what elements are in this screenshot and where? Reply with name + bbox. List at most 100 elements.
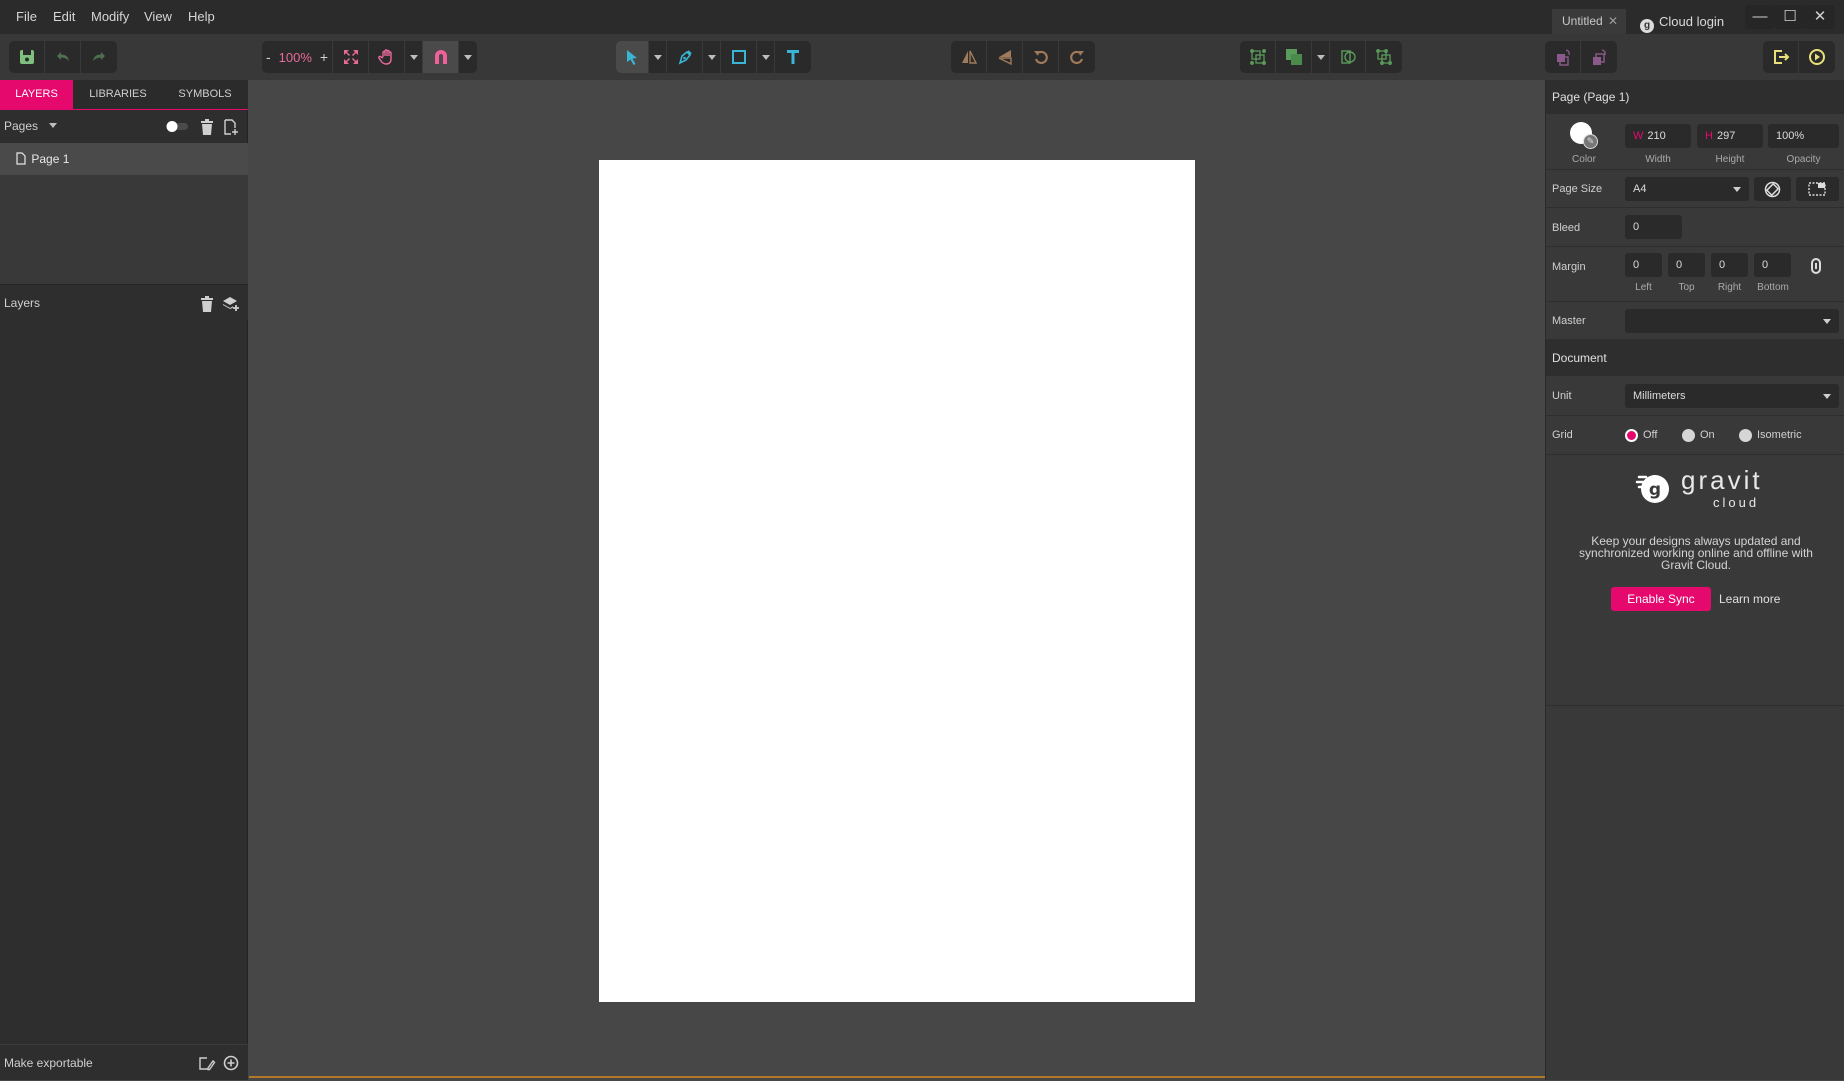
margin-left-input[interactable]: 0 [1625, 253, 1662, 277]
margin-left-label: Left [1635, 282, 1652, 293]
send-backward-button[interactable] [1581, 41, 1617, 73]
margin-row: Margin 0 Left 0 Top 0 Right 0 Bottom [1546, 247, 1844, 302]
orientation-button[interactable] [1754, 177, 1791, 201]
margin-top-input[interactable]: 0 [1668, 253, 1705, 277]
zoom-in-button[interactable]: + [316, 41, 334, 73]
menu-help[interactable]: Help [188, 0, 215, 34]
rectangle-tool-button[interactable] [721, 41, 757, 73]
page-artboard[interactable] [599, 160, 1195, 1002]
shape-tool-dropdown[interactable] [757, 41, 775, 73]
cloud-login-button[interactable]: g Cloud login [1640, 9, 1724, 34]
flip-horizontal-button[interactable] [951, 41, 987, 73]
enable-sync-button[interactable]: Enable Sync [1611, 587, 1711, 611]
export-button[interactable] [1763, 41, 1799, 73]
text-icon [787, 50, 799, 64]
trash-icon [201, 296, 213, 312]
close-window-button[interactable]: ✕ [1805, 5, 1835, 29]
menu-edit[interactable]: Edit [53, 0, 75, 34]
delete-layer-button[interactable] [198, 295, 216, 313]
menu-view[interactable]: View [144, 0, 172, 34]
master-select[interactable] [1625, 309, 1839, 333]
pages-label: Pages [4, 119, 39, 133]
grid-off-label[interactable]: Off [1643, 429, 1657, 441]
margin-bottom-input[interactable]: 0 [1754, 253, 1791, 277]
grid-isometric-radio[interactable] [1739, 429, 1752, 442]
height-input[interactable]: H 297 [1697, 124, 1763, 148]
single-page-toggle[interactable] [166, 120, 190, 133]
arrange-tools-group [1545, 41, 1617, 73]
bleed-input[interactable]: 0 [1625, 215, 1682, 239]
pen-tool-button[interactable] [667, 41, 703, 73]
export-icon [1773, 50, 1789, 64]
delete-page-button[interactable] [198, 118, 216, 136]
fit-page-button[interactable] [1796, 177, 1839, 201]
add-page-button[interactable] [222, 118, 240, 136]
pages-header: Pages [0, 110, 248, 143]
grid-off-radio[interactable] [1625, 429, 1638, 442]
rotate-left-button[interactable] [1023, 41, 1059, 73]
bring-forward-button[interactable] [1545, 41, 1581, 73]
page-size-select[interactable]: A4 [1625, 177, 1749, 201]
gravit-logo-subtext: cloud [1713, 495, 1760, 510]
tab-layers[interactable]: LAYERS [0, 80, 73, 109]
add-layer-button[interactable] [222, 295, 240, 313]
panel-tabs: LAYERS LIBRARIES SYMBOLS [0, 80, 248, 110]
pointer-tool-dropdown[interactable] [649, 41, 667, 73]
present-button[interactable] [1799, 41, 1835, 73]
group-button[interactable] [1240, 41, 1276, 73]
flatten-button[interactable] [1366, 41, 1402, 73]
color-swatch[interactable]: ✎ [1570, 122, 1602, 150]
send-backward-icon [1593, 49, 1606, 65]
export-settings-button[interactable] [198, 1054, 216, 1072]
text-tool-button[interactable] [775, 41, 811, 73]
color-label: Color [1572, 154, 1596, 165]
mask-button[interactable] [1330, 41, 1366, 73]
maximize-button[interactable]: ☐ [1775, 5, 1805, 29]
zoom-level[interactable]: 100% [275, 41, 316, 73]
undo-button[interactable] [45, 41, 81, 73]
hand-tool-dropdown[interactable] [405, 41, 424, 73]
add-layer-icon [223, 297, 239, 311]
hand-tool-button[interactable] [369, 41, 406, 73]
margin-right-input[interactable]: 0 [1711, 253, 1748, 277]
rotate-right-button[interactable] [1059, 41, 1095, 73]
menu-file[interactable]: File [16, 0, 37, 34]
boolean-dropdown[interactable] [1312, 41, 1330, 73]
link-margins-button[interactable] [1808, 257, 1824, 275]
snap-dropdown[interactable] [459, 41, 477, 73]
union-button[interactable] [1276, 41, 1312, 73]
menu-modify[interactable]: Modify [91, 0, 129, 34]
zoom-out-button[interactable]: - [262, 41, 275, 73]
save-button[interactable] [9, 41, 45, 73]
minimize-button[interactable]: — [1745, 5, 1775, 29]
add-export-button[interactable] [222, 1054, 240, 1072]
learn-more-link[interactable]: Learn more [1719, 587, 1780, 611]
redo-button[interactable] [81, 41, 117, 73]
grid-isometric-label[interactable]: Isometric [1757, 429, 1802, 441]
close-tab-icon[interactable]: ✕ [1608, 9, 1618, 34]
gravit-cloud-icon: g [1640, 19, 1654, 33]
flip-vertical-button[interactable] [987, 41, 1023, 73]
width-input[interactable]: W 210 [1625, 124, 1691, 148]
opacity-input[interactable]: 100% [1768, 124, 1839, 148]
tab-symbols[interactable]: SYMBOLS [168, 80, 242, 109]
page-icon [16, 152, 26, 165]
page-list-item[interactable]: Page 1 [0, 143, 248, 175]
grid-on-radio[interactable] [1682, 429, 1695, 442]
pen-tool-dropdown[interactable] [703, 41, 721, 73]
grid-on-label[interactable]: On [1700, 429, 1715, 441]
snap-button[interactable] [423, 41, 460, 73]
height-value: 297 [1716, 130, 1736, 142]
unit-select[interactable]: Millimeters [1625, 384, 1839, 408]
make-exportable-label[interactable]: Make exportable [4, 1056, 93, 1070]
inspector-panel: Page (Page 1) ✎ Color W 210 Width H 297 He… [1545, 80, 1844, 1080]
toolbar: - 100% + [0, 34, 1844, 80]
canvas[interactable] [249, 80, 1545, 1076]
eyedropper-icon[interactable]: ✎ [1583, 134, 1598, 149]
pointer-tool-button[interactable] [616, 41, 649, 73]
tab-libraries[interactable]: LIBRARIES [78, 80, 158, 109]
layers-label: Layers [4, 296, 41, 310]
document-tab[interactable]: Untitled ✕ [1552, 9, 1626, 34]
pages-dropdown[interactable]: Pages [4, 110, 58, 143]
fit-to-screen-button[interactable] [333, 41, 370, 73]
